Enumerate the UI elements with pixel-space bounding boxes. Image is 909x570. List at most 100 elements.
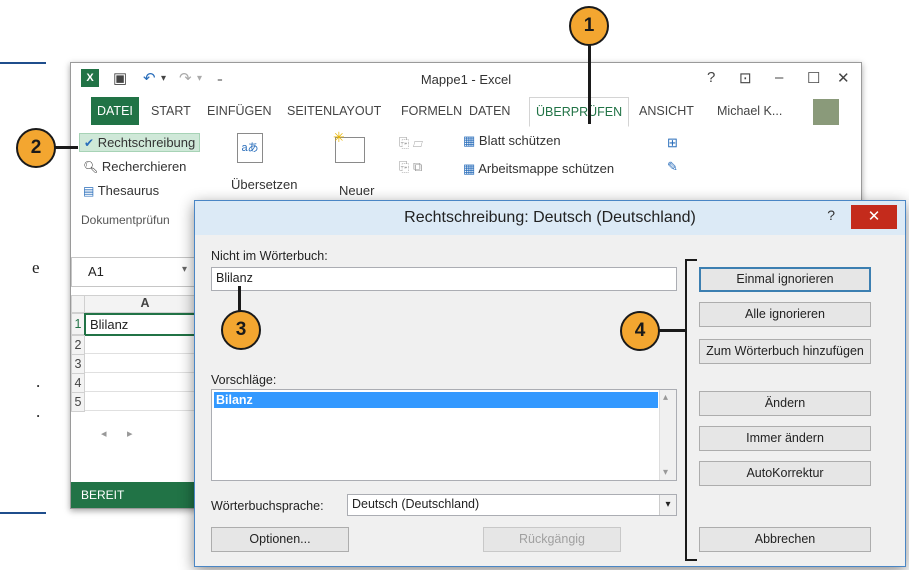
side-text-fragment: . bbox=[36, 372, 41, 391]
new-comment-button[interactable]: Neuer bbox=[339, 183, 374, 198]
research-button[interactable]: 🔍︎ Recherchieren bbox=[83, 159, 186, 174]
proofing-group-label: Dokumentprüfun bbox=[81, 213, 170, 227]
tab-formulas[interactable]: FORMELN bbox=[395, 97, 468, 125]
not-in-dictionary-value: Blilanz bbox=[216, 271, 253, 285]
tab-view[interactable]: ANSICHT bbox=[633, 97, 700, 125]
maximize-icon[interactable]: ☐ bbox=[807, 69, 820, 87]
protect-workbook-label: Arbeitsmappe schützen bbox=[478, 161, 615, 176]
dialog-help-icon[interactable]: ? bbox=[827, 207, 835, 223]
ribbon-display-icon[interactable]: ⊡ bbox=[739, 69, 752, 87]
not-in-dictionary-label: Nicht im Wörterbuch: bbox=[211, 249, 328, 263]
scroll-down-icon[interactable]: ▾ bbox=[663, 467, 668, 478]
cancel-button[interactable]: Abbrechen bbox=[699, 527, 871, 552]
minimize-icon[interactable]: – bbox=[775, 69, 783, 86]
comment-nav-icon[interactable]: ⎘ ▱ bbox=[399, 135, 423, 151]
callout-badge-2: 2 bbox=[16, 128, 56, 168]
help-icon[interactable]: ? bbox=[707, 69, 715, 86]
gridline bbox=[85, 391, 203, 392]
dialog-title: Rechtschreibung: Deutsch (Deutschland) bbox=[404, 209, 696, 226]
tab-start[interactable]: START bbox=[145, 97, 197, 125]
change-all-button[interactable]: Immer ändern bbox=[699, 426, 871, 451]
options-button[interactable]: Optionen... bbox=[211, 527, 349, 552]
tab-file[interactable]: DATEI bbox=[91, 97, 139, 125]
dictionary-language-select[interactable]: Deutsch (Deutschland) ▾ bbox=[347, 494, 677, 516]
protect-workbook-button[interactable]: ▦ Arbeitsmappe schützen bbox=[463, 161, 614, 177]
thesaurus-label: Thesaurus bbox=[97, 183, 160, 198]
row-header[interactable]: 2 bbox=[71, 335, 85, 355]
row-header[interactable]: 5 bbox=[71, 392, 85, 412]
autocorrect-button[interactable]: AutoKorrektur bbox=[699, 461, 871, 486]
side-text-fragment: . bbox=[36, 402, 41, 421]
spelling-dialog: Rechtschreibung: Deutsch (Deutschland) ?… bbox=[194, 200, 906, 567]
dialog-title-bar: Rechtschreibung: Deutsch (Deutschland) ?… bbox=[195, 201, 905, 235]
name-box-value: A1 bbox=[88, 264, 104, 279]
add-to-dictionary-button[interactable]: Zum Wörterbuch hinzufügen bbox=[699, 339, 871, 364]
protect-sheet-icon: ▦ bbox=[463, 133, 476, 148]
select-all-corner[interactable] bbox=[71, 295, 85, 313]
research-label: Recherchieren bbox=[101, 159, 187, 174]
ignore-all-button[interactable]: Alle ignorieren bbox=[699, 302, 871, 327]
column-header-a[interactable]: A bbox=[84, 295, 206, 313]
list-item[interactable]: Bilanz bbox=[214, 392, 658, 408]
chevron-down-icon[interactable]: ▾ bbox=[659, 495, 676, 515]
row-header[interactable]: 4 bbox=[71, 373, 85, 393]
row-header[interactable]: 1 bbox=[71, 313, 85, 335]
translate-icon: aあ bbox=[237, 133, 263, 163]
selected-cell-a1[interactable]: Blilanz bbox=[84, 313, 206, 336]
side-text-fragment: e bbox=[32, 258, 40, 277]
page-rule-top bbox=[0, 62, 46, 64]
track-changes-icon[interactable]: ✎ bbox=[667, 159, 678, 175]
page-rule-bottom bbox=[0, 512, 46, 514]
dictionary-language-value: Deutsch (Deutschland) bbox=[352, 497, 480, 511]
protect-workbook-icon: ▦ bbox=[463, 161, 476, 176]
sheet-scroll-left-icon[interactable]: ◂ bbox=[101, 427, 107, 440]
spelling-check-icon: ✔ bbox=[84, 136, 95, 150]
scroll-up-icon[interactable]: ▴ bbox=[663, 392, 668, 403]
tab-insert[interactable]: EINFÜGEN bbox=[201, 97, 278, 125]
dialog-close-icon[interactable]: ✕ bbox=[851, 205, 897, 229]
status-text: BEREIT bbox=[81, 488, 125, 502]
share-workbook-icon[interactable]: ⊞ bbox=[667, 135, 678, 151]
thesaurus-icon: ▤ bbox=[83, 184, 95, 198]
user-name[interactable]: Michael K... bbox=[711, 97, 788, 125]
ribbon-tabs: DATEI START EINFÜGEN SEITENLAYOUT FORMEL… bbox=[71, 97, 861, 128]
name-box[interactable]: A1 ▾ bbox=[71, 257, 200, 287]
suggestions-list[interactable]: Bilanz ▴ ▾ bbox=[211, 389, 677, 481]
tab-review[interactable]: ÜBERPRÜFEN bbox=[529, 97, 630, 127]
undo-button[interactable]: Rückgängig bbox=[483, 527, 621, 552]
callout-leader-4 bbox=[658, 329, 686, 332]
callout-badge-4: 4 bbox=[620, 311, 660, 351]
suggestions-label: Vorschläge: bbox=[211, 373, 277, 387]
suggestions-scrollbar[interactable]: ▴ ▾ bbox=[659, 390, 676, 480]
ignore-once-button[interactable]: Einmal ignorieren bbox=[699, 267, 871, 292]
close-icon[interactable]: ✕ bbox=[837, 69, 850, 87]
sheet-grid: A 1 Blilanz 2 3 4 5 ◂ ▸ bbox=[71, 295, 206, 495]
comment-show-icon[interactable]: ⎘ ⧉ bbox=[399, 159, 422, 175]
not-in-dictionary-field[interactable]: Blilanz bbox=[211, 267, 677, 291]
tab-data[interactable]: DATEN bbox=[463, 97, 516, 125]
tab-page-layout[interactable]: SEITENLAYOUT bbox=[281, 97, 387, 125]
protect-sheet-button[interactable]: ▦ Blatt schützen bbox=[463, 133, 561, 149]
row-header[interactable]: 3 bbox=[71, 354, 85, 374]
callout-badge-3: 3 bbox=[221, 310, 261, 350]
callout-leader-1 bbox=[588, 44, 591, 124]
gridline bbox=[85, 372, 203, 373]
research-icon: 🔍︎ bbox=[83, 160, 99, 174]
dictionary-language-label: Wörterbuchsprache: bbox=[211, 499, 324, 513]
sheet-scroll-right-icon[interactable]: ▸ bbox=[127, 427, 133, 440]
spelling-label: Rechtschreibung bbox=[97, 135, 196, 150]
avatar[interactable] bbox=[813, 99, 839, 125]
callout-leader-3 bbox=[238, 286, 241, 312]
thesaurus-button[interactable]: ▤ Thesaurus bbox=[83, 183, 159, 198]
spelling-button[interactable]: ✔ Rechtschreibung bbox=[79, 133, 201, 152]
protect-sheet-label: Blatt schützen bbox=[478, 133, 561, 148]
gridline bbox=[85, 410, 203, 411]
title-bar: X ▣ ↶ ▾ ↷ ▾ ₌ Mappe1 - Excel ? ⊡ – ☐ ✕ bbox=[71, 63, 861, 97]
callout-badge-1: 1 bbox=[569, 6, 609, 46]
chevron-down-icon[interactable]: ▾ bbox=[182, 264, 187, 275]
translate-button[interactable]: Übersetzen bbox=[231, 177, 297, 192]
cell-a1-value: Blilanz bbox=[90, 317, 129, 332]
button-group-bracket bbox=[685, 259, 697, 561]
gridline bbox=[85, 353, 203, 354]
change-button[interactable]: Ändern bbox=[699, 391, 871, 416]
